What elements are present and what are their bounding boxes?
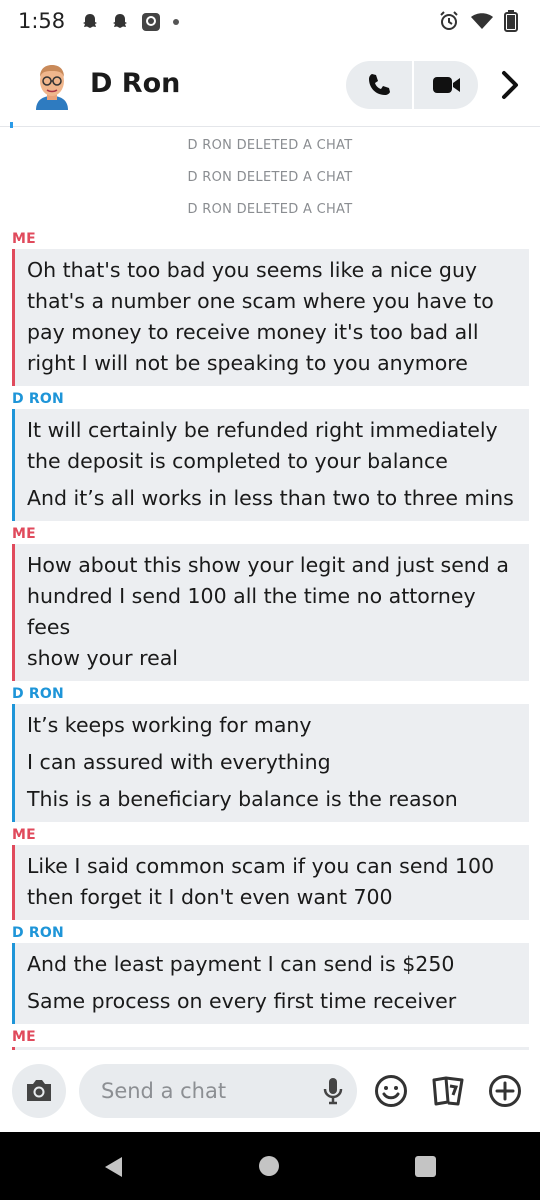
sender-label: D RON bbox=[12, 686, 64, 702]
message-paragraph: Oh that's too bad you seems like a nice … bbox=[15, 252, 529, 382]
message-text-line: And it’s all works in less than two to t… bbox=[27, 486, 514, 510]
sender-label: ME bbox=[12, 231, 36, 247]
message-text-line: This is a beneficiary balance is the rea… bbox=[27, 787, 458, 811]
back-triangle-icon bbox=[105, 1157, 122, 1177]
message-text-line: show your real bbox=[27, 646, 178, 670]
bitmoji-notification-icon bbox=[142, 13, 160, 31]
message-text-line: It’s keeps working for many bbox=[27, 713, 312, 737]
message-text-line: pay money to receive money it's too bad … bbox=[27, 320, 479, 344]
video-call-icon bbox=[433, 77, 460, 93]
microphone-icon bbox=[323, 1078, 343, 1105]
camera-button[interactable] bbox=[12, 1064, 66, 1118]
microphone-button[interactable] bbox=[323, 1076, 343, 1110]
sender-label: D RON bbox=[12, 925, 64, 941]
message-bubble[interactable]: How about this show your legit and just … bbox=[12, 544, 529, 681]
chevron-right-icon bbox=[502, 71, 518, 99]
message-paragraph: This is a beneficiary balance is the rea… bbox=[15, 781, 529, 818]
sender-label: ME bbox=[12, 526, 36, 542]
message-text-line: right I will not be speaking to you anym… bbox=[27, 351, 468, 375]
add-button[interactable] bbox=[488, 1074, 522, 1112]
camera-icon bbox=[27, 1080, 51, 1101]
cards-icon bbox=[432, 1076, 464, 1106]
message-text-line: hundred I send 100 all the time no attor… bbox=[27, 584, 476, 639]
message-paragraph: And the least payment I can send is $250 bbox=[15, 946, 529, 983]
message-paragraph: It’s keeps working for many bbox=[15, 707, 529, 744]
voice-call-button[interactable] bbox=[346, 61, 412, 109]
message-paragraph: Like I said common scam if you can send … bbox=[15, 848, 529, 916]
chat-input[interactable]: Send a chat bbox=[79, 1064, 357, 1118]
sender-label: D RON bbox=[12, 391, 64, 407]
system-notice: D RON DELETED A CHAT bbox=[187, 138, 353, 153]
composer-bar: Send a chat bbox=[0, 1050, 540, 1132]
status-bar: 1:58 bbox=[0, 0, 540, 44]
snapchat-ghost-icon bbox=[83, 14, 97, 28]
message-bubble[interactable]: And the least payment I can send is $250… bbox=[12, 943, 529, 1024]
message-text-line: Same process on every first time receive… bbox=[27, 989, 457, 1013]
avatar[interactable] bbox=[30, 60, 74, 110]
message-bubble[interactable]: Like I said common scam if you can send … bbox=[12, 845, 529, 920]
message-text-line: Like I said common scam if you can send … bbox=[27, 854, 495, 878]
snapchat-ghost-icon bbox=[113, 14, 127, 28]
message-paragraph: And it’s all works in less than two to t… bbox=[15, 480, 529, 517]
message-text-line: Oh that's too bad you seems like a nice … bbox=[27, 258, 478, 282]
battery-icon bbox=[504, 10, 518, 32]
chat-thread[interactable]: D RON DELETED A CHAT D RON DELETED A CHA… bbox=[0, 128, 540, 1050]
chat-header: D Ron bbox=[0, 44, 540, 127]
message-list: ME Oh that's too bad you seems like a nic… bbox=[0, 229, 540, 1050]
more-button[interactable] bbox=[495, 67, 525, 103]
chat-input-placeholder: Send a chat bbox=[101, 1079, 227, 1103]
message-text-line: I can assured with everything bbox=[27, 750, 331, 774]
cards-button[interactable] bbox=[430, 1074, 466, 1112]
system-nav-bar bbox=[0, 1132, 540, 1200]
message-text-line: And the least payment I can send is $250 bbox=[27, 952, 455, 976]
status-time: 1:58 bbox=[18, 9, 66, 33]
message-bubble[interactable]: Oh that's too bad you seems like a nice … bbox=[12, 249, 529, 386]
sticker-icon bbox=[375, 1075, 407, 1107]
page-title: D Ron bbox=[90, 68, 181, 99]
message-text-line: How about this show your legit and just … bbox=[27, 553, 509, 577]
sticker-button[interactable] bbox=[374, 1074, 408, 1112]
message-text-line: It will certainly be refunded right imme… bbox=[27, 418, 498, 442]
message-paragraph: Same process on every first time receive… bbox=[15, 983, 529, 1020]
system-notice: D RON DELETED A CHAT bbox=[187, 202, 353, 217]
video-call-button[interactable] bbox=[414, 61, 480, 109]
message-bubble[interactable]: It will certainly be refunded right imme… bbox=[12, 409, 529, 521]
dot-icon bbox=[173, 19, 179, 25]
sender-label: ME bbox=[12, 1029, 36, 1045]
plus-icon bbox=[489, 1075, 521, 1107]
recents-button[interactable] bbox=[415, 1156, 436, 1177]
home-button[interactable] bbox=[259, 1156, 279, 1176]
system-notice: D RON DELETED A CHAT bbox=[187, 170, 353, 185]
wifi-icon bbox=[471, 13, 493, 29]
back-button[interactable] bbox=[102, 1155, 124, 1183]
alarm-icon bbox=[440, 11, 458, 30]
message-text-line: the deposit is completed to your balance bbox=[27, 449, 448, 473]
voice-call-icon bbox=[369, 74, 390, 95]
bitmoji-avatar-icon bbox=[36, 65, 68, 110]
message-paragraph: How about this show your legit and just … bbox=[15, 547, 529, 677]
call-controls bbox=[346, 61, 478, 109]
message-bubble[interactable]: It’s keeps working for many I can assured… bbox=[12, 704, 529, 822]
message-text-line: then forget it I don't even want 700 bbox=[27, 885, 393, 909]
sender-label: ME bbox=[12, 827, 36, 843]
message-paragraph: I can assured with everything bbox=[15, 744, 529, 781]
message-text-line: that's a number one scam where you have … bbox=[27, 289, 494, 313]
message-paragraph: It will certainly be refunded right imme… bbox=[15, 412, 529, 480]
